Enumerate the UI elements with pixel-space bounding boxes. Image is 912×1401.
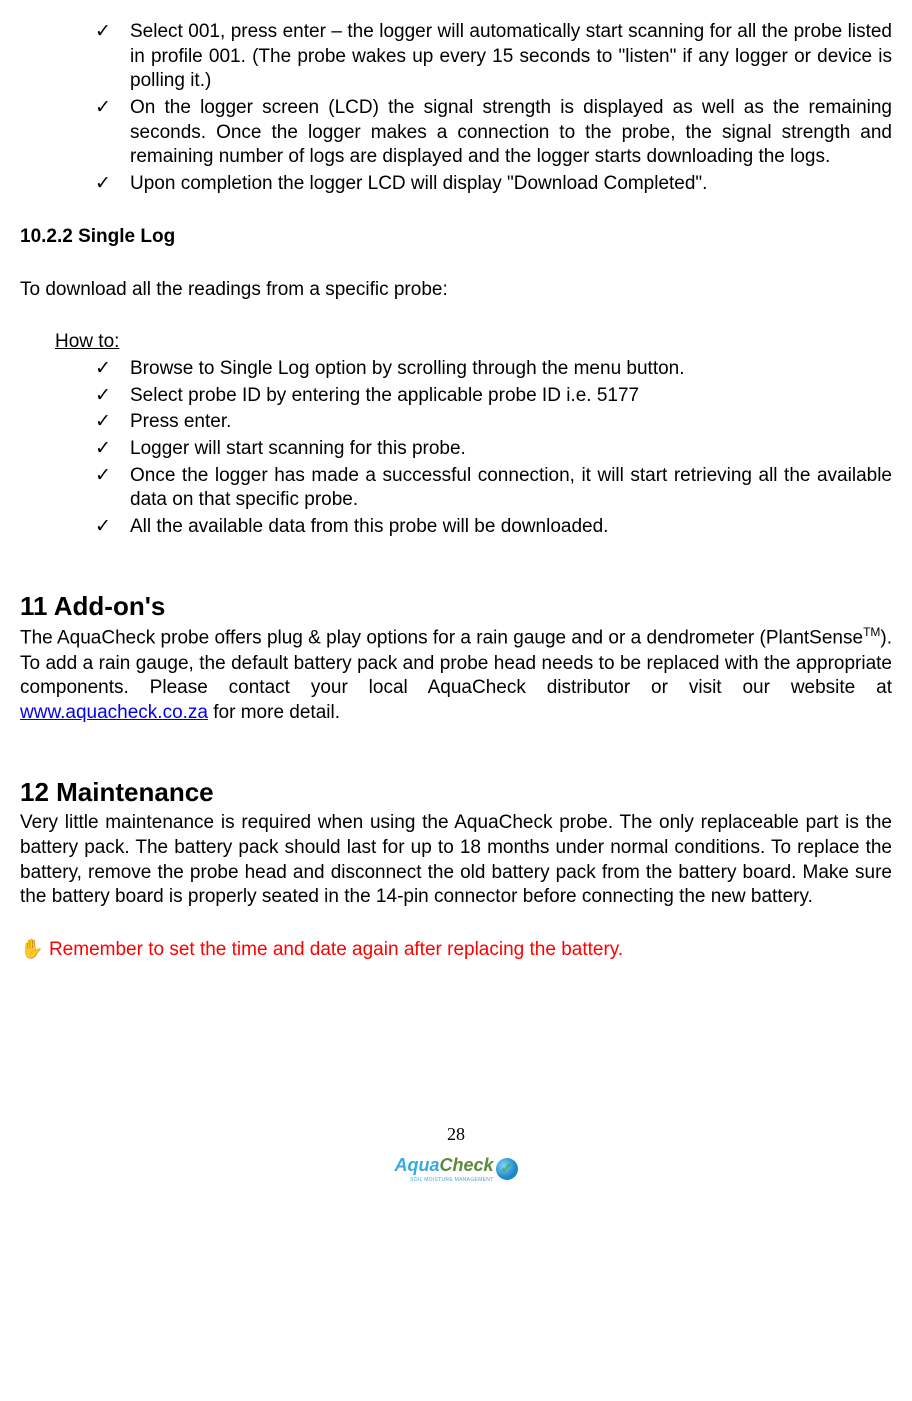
list-item: All the available data from this probe w… [105, 515, 892, 540]
top-checklist: Select 001, press enter – the logger wil… [20, 20, 892, 197]
list-item: On the logger screen (LCD) the signal st… [105, 96, 892, 170]
list-item: Select 001, press enter – the logger wil… [105, 20, 892, 94]
section-heading-12: 12 Maintenance [20, 776, 892, 810]
subsection-heading-1022: 10.2.2 Single Log [20, 225, 892, 250]
howto-label: How to: [55, 330, 892, 355]
logo-sub-text: SOIL MOISTURE MANAGEMENT [394, 1177, 493, 1184]
body-post: for more detail. [208, 702, 340, 723]
list-item: Select probe ID by entering the applicab… [105, 384, 892, 409]
intro-text: To download all the readings from a spec… [20, 278, 892, 303]
footer: 28 AquaCheck SOIL MOISTURE MANAGEMENT [20, 1123, 892, 1184]
warning-text: Remember to set the time and date again … [44, 939, 623, 960]
page-number: 28 [20, 1123, 892, 1146]
logo-aqua-text: Aqua [394, 1155, 439, 1175]
logo-check-text: Check [439, 1155, 493, 1175]
howto-checklist: Browse to Single Log option by scrolling… [20, 357, 892, 540]
website-link[interactable]: www.aquacheck.co.za [20, 702, 208, 723]
body-pre: The AquaCheck probe offers plug & play o… [20, 628, 863, 649]
hand-icon: ✋ [20, 939, 44, 960]
tm-superscript: TM [863, 625, 880, 639]
list-item: Logger will start scanning for this prob… [105, 437, 892, 462]
list-item: Once the logger has made a successful co… [105, 464, 892, 513]
list-item: Upon completion the logger LCD will disp… [105, 172, 892, 197]
section-heading-11: 11 Add-on's [20, 590, 892, 624]
list-item: Press enter. [105, 410, 892, 435]
list-item: Browse to Single Log option by scrolling… [105, 357, 892, 382]
section-12-body: Very little maintenance is required when… [20, 811, 892, 910]
logo: AquaCheck SOIL MOISTURE MANAGEMENT [394, 1154, 517, 1183]
section-11-body: The AquaCheck probe offers plug & play o… [20, 625, 892, 725]
globe-check-icon [496, 1158, 518, 1180]
warning-note: ✋ Remember to set the time and date agai… [20, 938, 892, 963]
